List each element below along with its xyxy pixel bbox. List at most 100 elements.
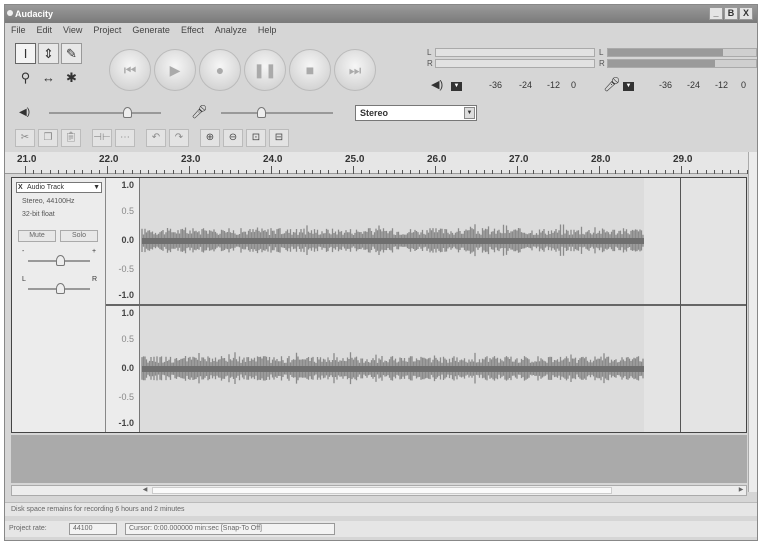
channel-left-waveform[interactable] — [140, 178, 746, 304]
channel-right-waveform[interactable] — [140, 306, 746, 432]
scroll-right-icon[interactable]: ▶ — [736, 486, 746, 495]
pan-slider[interactable] — [28, 283, 90, 294]
speaker-icon[interactable]: ◀) — [431, 78, 443, 91]
microphone-icon[interactable]: 🎤︎ — [603, 76, 621, 93]
input-volume-slider[interactable] — [221, 107, 333, 118]
scroll-left-icon[interactable]: ◀ — [140, 486, 150, 495]
input-volume-knob[interactable] — [257, 107, 266, 118]
horizontal-scroll-thumb[interactable] — [152, 487, 612, 494]
mute-button[interactable]: Mute — [18, 230, 56, 242]
zoom-out-icon[interactable]: ⊖ — [223, 129, 243, 147]
maximize-button[interactable]: B — [724, 7, 738, 20]
redo-icon[interactable]: ↷ — [169, 129, 189, 147]
cut-icon[interactable]: ✂ — [15, 129, 35, 147]
gain-knob[interactable] — [56, 255, 65, 266]
ruler-tick — [467, 170, 469, 174]
ruler-tick — [33, 170, 35, 174]
menu-generate[interactable]: Generate — [132, 25, 170, 39]
play-tick: -12 — [547, 80, 561, 90]
ruler-tick — [312, 170, 313, 174]
stop-button[interactable]: ■ — [289, 49, 331, 91]
skip-end-button[interactable]: ⏭ — [334, 49, 376, 91]
close-button[interactable]: X — [739, 7, 753, 20]
ruler-tick — [164, 170, 166, 174]
solo-button[interactable]: Solo — [60, 230, 98, 242]
empty-track-area[interactable] — [11, 435, 747, 483]
menu-help[interactable]: Help — [258, 25, 277, 39]
play-icon: ▶ — [169, 62, 181, 78]
ruler-tick — [156, 170, 158, 174]
channel-left-y-axis: 1.0 0.5 0.0 -0.5 -1.0 — [106, 178, 140, 304]
trim-icon[interactable]: ⊣⊢ — [92, 129, 112, 147]
y-tick: 1.0 — [121, 308, 134, 318]
project-rate-field[interactable]: 44100 — [69, 523, 117, 535]
ruler-tick — [492, 170, 494, 174]
undo-icon[interactable]: ↶ — [146, 129, 166, 147]
menu-effect[interactable]: Effect — [181, 25, 204, 39]
record-meter-right[interactable] — [607, 59, 757, 68]
vertical-scrollbar[interactable] — [748, 152, 757, 492]
cursor-status: Cursor: 0:00.000000 min:sec [Snap-To Off… — [125, 523, 335, 535]
selection-tool-icon[interactable]: I — [15, 43, 36, 64]
silence-icon[interactable]: ⋯ — [115, 129, 135, 147]
play-button[interactable]: ▶ — [154, 49, 196, 91]
output-volume-icon: ◀) — [19, 107, 31, 118]
multi-tool-icon[interactable]: ✱ — [61, 67, 82, 88]
transport-toolbar: ⏮ ▶ ● ❚❚ ■ ⏭ — [109, 49, 376, 91]
ruler-tick — [49, 170, 51, 174]
ruler-tick — [303, 170, 305, 174]
ruler-tick — [180, 170, 182, 174]
minimize-button[interactable]: _ — [709, 7, 723, 20]
ruler-tick — [705, 170, 707, 174]
gain-slider[interactable] — [28, 255, 90, 266]
menu-bar: File Edit View Project Generate Effect A… — [5, 25, 276, 39]
track-close-button[interactable]: X — [18, 183, 23, 192]
rec-meter-dropdown[interactable]: ▼ — [623, 82, 634, 91]
ruler-tick — [197, 170, 199, 174]
fit-project-icon[interactable]: ⊟ — [269, 129, 289, 147]
input-source-select[interactable]: Stereo ▼ — [355, 105, 477, 121]
envelope-tool-icon[interactable]: ⇕ — [38, 43, 59, 64]
menu-edit[interactable]: Edit — [37, 25, 53, 39]
timeline-ruler[interactable]: 21.0 22.0 23.0 24.0 25.0 26.0 27.0 28.0 29.0 — [5, 152, 756, 174]
menu-analyze[interactable]: Analyze — [215, 25, 247, 39]
ruler-tick — [287, 170, 289, 174]
ruler-tick — [672, 170, 674, 174]
menu-project[interactable]: Project — [93, 25, 121, 39]
record-meter-left-fill — [608, 49, 724, 56]
ruler-tick — [640, 170, 641, 174]
chevron-down-icon[interactable]: ▼ — [464, 107, 475, 119]
horizontal-scrollbar[interactable]: ◀ ▶ — [11, 485, 747, 496]
record-button[interactable]: ● — [199, 49, 241, 91]
edit-toolbar: ✂ ❐ 📋︎ ⊣⊢ ⋯ ↶ ↷ ⊕ ⊖ ⊡ ⊟ — [15, 129, 289, 149]
y-tick: 0.5 — [121, 334, 134, 344]
project-rate-label: Project rate: — [9, 525, 47, 532]
ruler-tick — [500, 170, 502, 174]
track-name-menu[interactable]: X Audio Track ▼ — [16, 182, 102, 193]
menu-file[interactable]: File — [11, 25, 26, 39]
play-meter-right[interactable] — [435, 59, 595, 68]
copy-icon[interactable]: ❐ — [38, 129, 58, 147]
pan-right-label: R — [92, 276, 98, 283]
zoom-in-icon[interactable]: ⊕ — [200, 129, 220, 147]
ruler-label: 23.0 — [181, 154, 201, 165]
menu-view[interactable]: View — [63, 25, 82, 39]
track-control-panel: X Audio Track ▼ Stereo, 44100Hz 32-bit f… — [12, 178, 106, 432]
pan-knob[interactable] — [56, 283, 65, 294]
selection-status-bar: Project rate: 44100 Cursor: 0:00.000000 … — [5, 521, 757, 537]
ruler-tick — [451, 170, 453, 174]
play-meter-dropdown[interactable]: ▼ — [451, 82, 462, 91]
timeshift-tool-icon[interactable]: ↔ — [38, 67, 59, 88]
paste-icon[interactable]: 📋︎ — [61, 129, 81, 147]
ruler-tick — [730, 170, 732, 174]
fit-selection-icon[interactable]: ⊡ — [246, 129, 266, 147]
output-volume-knob[interactable] — [123, 107, 132, 118]
zoom-tool-icon[interactable]: ⚲ — [15, 67, 36, 88]
output-volume-slider[interactable] — [49, 107, 161, 118]
pause-button[interactable]: ❚❚ — [244, 49, 286, 91]
draw-tool-icon[interactable]: ✎ — [61, 43, 82, 64]
record-meter-left[interactable] — [607, 48, 757, 57]
play-meter-left[interactable] — [435, 48, 595, 57]
skip-start-button[interactable]: ⏮ — [109, 49, 151, 91]
rec-tick: -24 — [687, 80, 701, 90]
